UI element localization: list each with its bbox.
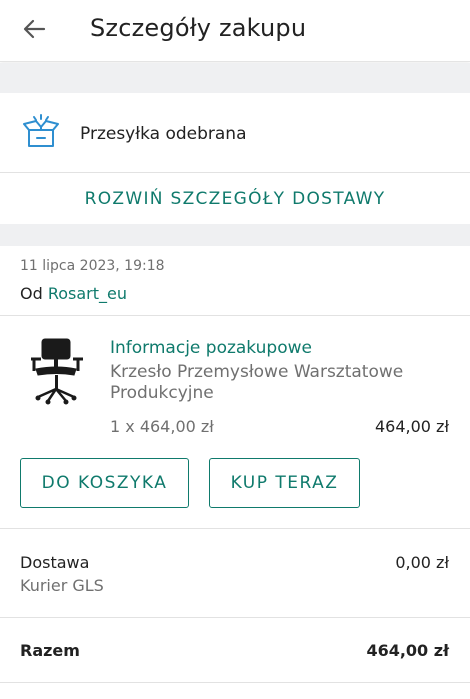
seller-row: Od Rosart_eu — [20, 284, 127, 303]
office-chair-image[interactable] — [28, 337, 86, 405]
seller-prefix: Od — [20, 284, 43, 303]
buy-now-button[interactable]: KUP TERAZ — [209, 458, 360, 508]
add-to-cart-button[interactable]: DO KOSZYKA — [20, 458, 189, 508]
expand-delivery-details-label: ROZWIŃ SZCZEGÓŁY DOSTAWY — [84, 189, 386, 209]
delivery-method: Kurier GLS — [20, 576, 104, 595]
delivery-cost-row: Dostawa Kurier GLS 0,00 zł — [0, 530, 470, 618]
quantity-price: 1 x 464,00 zł — [110, 417, 214, 436]
order-info: 11 lipca 2023, 19:18 Od Rosart_eu — [0, 246, 470, 316]
order-date: 11 lipca 2023, 19:18 — [20, 258, 165, 274]
purchased-item: Informacje pozakupowe Krzesło Przemysłow… — [0, 317, 470, 529]
page-title: Szczegóły zakupu — [90, 14, 307, 42]
expand-delivery-details-button[interactable]: ROZWIŃ SZCZEGÓŁY DOSTAWY — [0, 174, 470, 224]
arrow-left-icon — [23, 19, 46, 39]
shipment-status-label: Przesyłka odebrana — [80, 124, 247, 144]
open-box-icon — [23, 114, 59, 147]
section-divider — [0, 63, 470, 93]
total-label: Razem — [20, 641, 80, 660]
top-app-bar: Szczegóły zakupu — [0, 0, 470, 62]
shipment-status-row: Przesyłka odebrana — [0, 93, 470, 173]
post-purchase-info-link[interactable]: Informacje pozakupowe — [110, 338, 312, 358]
total-value: 464,00 zł — [366, 641, 449, 660]
delivery-label: Dostawa — [20, 553, 90, 572]
section-divider — [0, 224, 470, 246]
delivery-price: 0,00 zł — [395, 553, 449, 572]
back-button[interactable] — [18, 12, 52, 46]
item-line-total: 464,00 zł — [374, 417, 449, 436]
product-name[interactable]: Krzesło Przemysłowe Warsztatowe Produkcy… — [110, 362, 410, 404]
order-total-row: Razem 464,00 zł — [0, 619, 470, 683]
seller-link[interactable]: Rosart_eu — [48, 284, 127, 303]
